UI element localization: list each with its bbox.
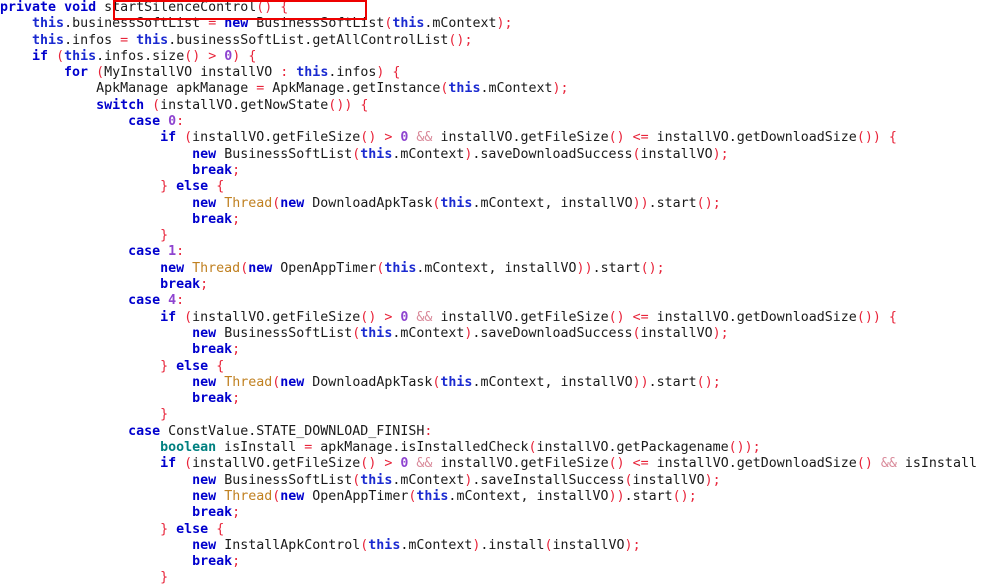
code-line: if (installVO.getFileSize() > 0 && insta… <box>160 456 977 472</box>
code-line: case 4: <box>128 293 185 309</box>
code-line: break; <box>192 342 241 358</box>
code-line: ApkManage apkManage = ApkManage.getInsta… <box>96 81 569 97</box>
code-line: new BusinessSoftList(this.mContext).save… <box>192 472 721 488</box>
code-line: break; <box>192 505 241 521</box>
code-line: this.infos = this.businessSoftList.getAl… <box>32 32 473 48</box>
code-line: switch (installVO.getNowState()) { <box>96 97 369 113</box>
code-line: break; <box>192 211 241 227</box>
code-line: case 0: <box>128 114 185 130</box>
code-viewer[interactable]: private void startSilenceControl() { thi… <box>0 0 1000 584</box>
code-line: new Thread(new DownloadApkTask(this.mCon… <box>192 374 721 390</box>
code-line: break; <box>192 554 241 570</box>
code-line: case ConstValue.STATE_DOWNLOAD_FINISH: <box>128 423 433 439</box>
code-line: } <box>160 570 169 584</box>
code-line: new Thread(new DownloadApkTask(this.mCon… <box>192 195 721 211</box>
code-line: if (installVO.getFileSize() > 0 && insta… <box>160 309 897 325</box>
code-line: if (installVO.getFileSize() > 0 && insta… <box>160 130 897 146</box>
code-line: for (MyInstallVO installVO : this.infos)… <box>64 65 401 81</box>
code-line: } else { <box>160 179 225 195</box>
code-line: new BusinessSoftList(this.mContext).save… <box>192 146 729 162</box>
code-line: boolean isInstall = apkManage.isInstalle… <box>160 440 761 456</box>
code-line: new InstallApkControl(this.mContext).ins… <box>192 537 641 553</box>
code-line: new BusinessSoftList(this.mContext).save… <box>192 325 729 341</box>
code-line: break; <box>192 162 241 178</box>
code-line: } <box>160 407 169 423</box>
code-line: break; <box>160 277 209 293</box>
code-line: new Thread(new OpenAppTimer(this.mContex… <box>160 260 665 276</box>
code-line: } else { <box>160 358 225 374</box>
code-line: break; <box>192 391 241 407</box>
code-line: } else { <box>160 521 225 537</box>
code-line: if (this.infos.size() > 0) { <box>32 48 257 64</box>
code-line: new Thread(new OpenAppTimer(this.mContex… <box>192 488 697 504</box>
code-line: private void startSilenceControl() { <box>0 0 289 15</box>
code-line: } <box>160 228 169 244</box>
code-line: case 1: <box>128 244 185 260</box>
source-code-listing[interactable]: private void startSilenceControl() { thi… <box>0 0 1000 584</box>
code-line: this.businessSoftList = new BusinessSoft… <box>32 16 513 32</box>
